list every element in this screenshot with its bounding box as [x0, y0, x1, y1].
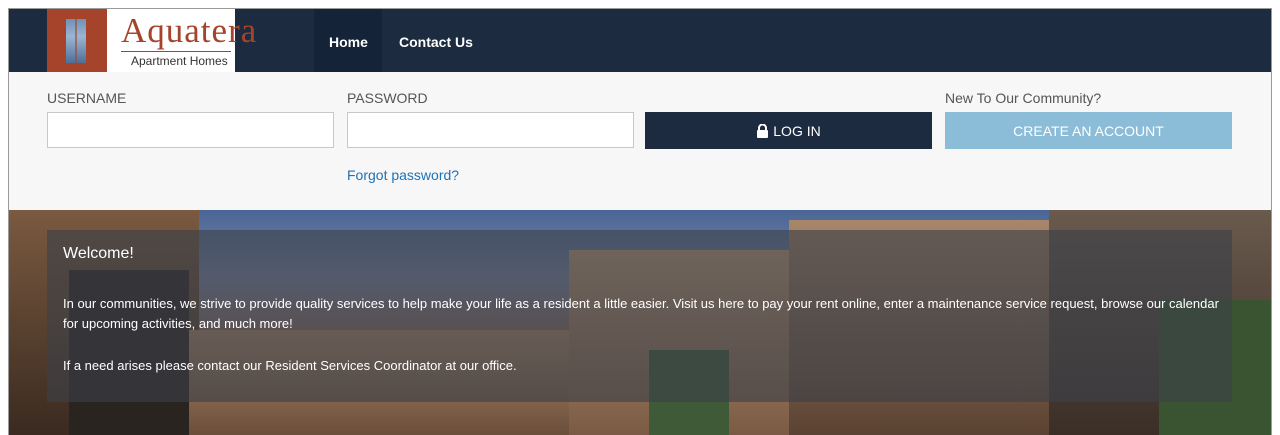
brand-logo[interactable]: Aquatera Apartment Homes — [47, 9, 256, 72]
password-label: PASSWORD — [347, 90, 428, 106]
logo-title: Aquatera — [121, 11, 258, 50]
lock-icon — [757, 123, 769, 138]
welcome-heading: Welcome! — [63, 245, 134, 262]
top-nav-bar: Aquatera Apartment Homes Home Contact Us — [9, 9, 1271, 72]
password-input[interactable] — [347, 112, 634, 148]
username-label: USERNAME — [47, 90, 127, 106]
logo-emblem — [47, 9, 107, 72]
logo-tagline: Apartment Homes — [131, 54, 228, 68]
welcome-paragraph-2: If a need arises please contact our Resi… — [63, 358, 517, 373]
new-community-prompt: New To Our Community? — [945, 90, 1102, 106]
login-button[interactable]: LOG IN — [645, 112, 932, 149]
logo-rule — [121, 51, 231, 52]
login-button-label: LOG IN — [773, 122, 821, 139]
welcome-box: Welcome! In our communities, we strive t… — [47, 230, 1232, 402]
create-account-button[interactable]: CREATE AN ACCOUNT — [945, 112, 1232, 149]
forgot-password-link[interactable]: Forgot password? — [347, 167, 459, 183]
login-panel: USERNAME PASSWORD LOG IN New To Our Comm… — [9, 72, 1271, 210]
welcome-paragraph-1: In our communities, we strive to provide… — [63, 296, 1219, 331]
username-input[interactable] — [47, 112, 334, 148]
nav-contact-link[interactable]: Contact Us — [399, 9, 473, 72]
hero-banner: Welcome! In our communities, we strive t… — [9, 210, 1271, 435]
page-frame: Aquatera Apartment Homes Home Contact Us… — [8, 8, 1272, 435]
nav-home-link[interactable]: Home — [329, 9, 368, 72]
